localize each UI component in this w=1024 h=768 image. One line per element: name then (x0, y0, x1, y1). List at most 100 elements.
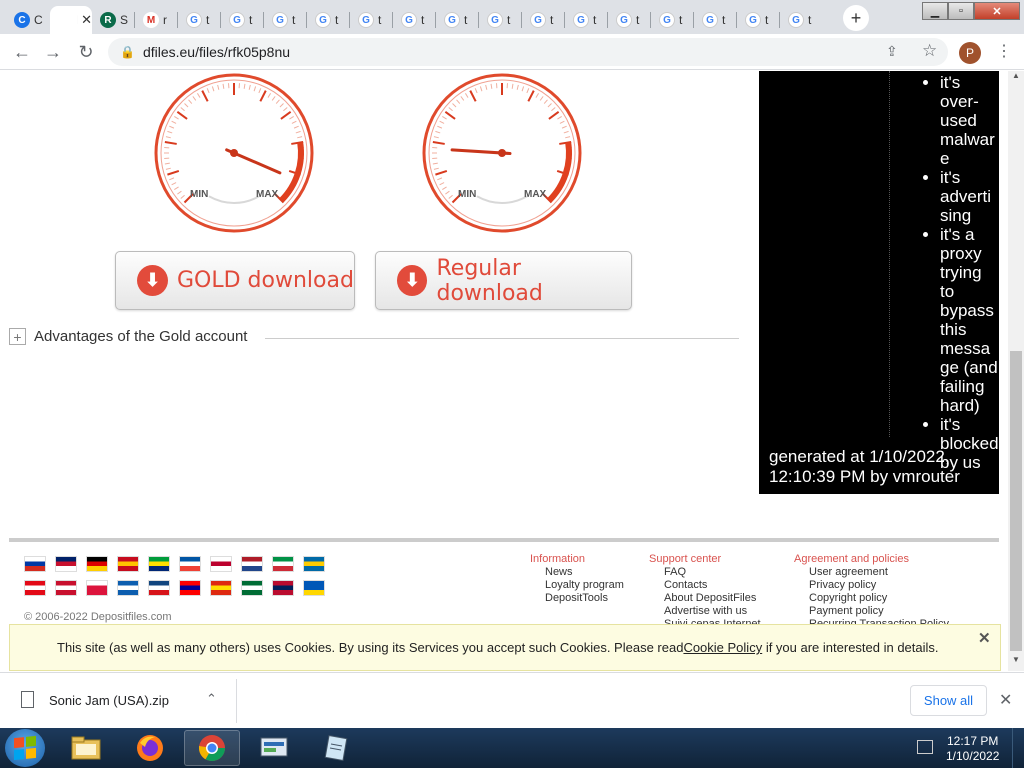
language-flag-icon[interactable] (303, 556, 325, 572)
browser-tab[interactable]: CC (7, 6, 49, 34)
footer-link[interactable]: Copyright policy (794, 592, 949, 605)
browser-tab[interactable]: D✕ (50, 6, 92, 34)
close-icon[interactable]: ✕ (999, 690, 1012, 710)
language-flag-icon[interactable] (117, 580, 139, 596)
language-flag-icon[interactable] (272, 580, 294, 596)
url-text[interactable]: dfiles.eu/files/rfk05p8nu (143, 44, 290, 60)
new-tab-button[interactable]: + (843, 5, 869, 31)
minimize-button[interactable]: ▁ (922, 2, 948, 20)
language-flag-icon[interactable] (117, 556, 139, 572)
back-arrow-icon[interactable]: ← (10, 40, 34, 64)
language-flag-icon[interactable] (55, 580, 77, 596)
start-button[interactable] (5, 729, 45, 767)
language-flag-icon[interactable] (210, 556, 232, 572)
language-flag-icon[interactable] (55, 556, 77, 572)
regular-download-button[interactable]: ⬇ Regular download (375, 251, 632, 310)
language-flag-icon[interactable] (210, 580, 232, 596)
language-flag-icon[interactable] (148, 556, 170, 572)
scroll-down-icon[interactable]: ▼ (1008, 655, 1024, 669)
tab-separator (564, 12, 565, 28)
browser-tab[interactable]: Gt (351, 6, 393, 34)
browser-tab[interactable]: Gt (179, 6, 221, 34)
network-tray-icon[interactable] (917, 740, 933, 754)
footer-link[interactable]: User agreement (794, 566, 949, 579)
maximize-button[interactable]: ▫ (948, 2, 974, 20)
browser-tab[interactable]: Gt (265, 6, 307, 34)
language-flag-icon[interactable] (241, 580, 263, 596)
page-scrollbar[interactable]: ▲ ▼ (1008, 71, 1024, 671)
footer-divider (9, 538, 999, 542)
network-app-icon[interactable] (246, 730, 302, 766)
language-flag-icon[interactable] (86, 580, 108, 596)
footer-link[interactable]: DepositTools (530, 592, 624, 605)
browser-tab[interactable]: RS (93, 6, 135, 34)
show-all-button[interactable]: Show all (910, 685, 987, 716)
language-flag-icon[interactable] (272, 556, 294, 572)
share-icon[interactable]: ⇪ (886, 43, 898, 60)
advantages-toggle[interactable]: + Advantages of the Gold account (9, 328, 247, 345)
close-icon[interactable]: ✕ (978, 629, 991, 647)
footer-link[interactable]: News (530, 566, 624, 579)
browser-tab[interactable]: Gt (695, 6, 737, 34)
download-file-name[interactable]: Sonic Jam (USA).zip (49, 693, 169, 708)
lock-icon[interactable]: 🔒 (120, 45, 135, 59)
browser-tab[interactable]: Gt (609, 6, 651, 34)
tab-separator (779, 12, 780, 28)
chrome-icon[interactable] (184, 730, 240, 766)
language-flag-icon[interactable] (241, 556, 263, 572)
footer-link[interactable]: Contacts (649, 579, 761, 592)
tab-favicon-icon: G (530, 12, 546, 28)
language-flag-icon[interactable] (86, 556, 108, 572)
footer-link[interactable]: About DepositFiles (649, 592, 761, 605)
footer-link[interactable]: Advertise with us (649, 605, 761, 618)
file-explorer-icon[interactable] (58, 730, 114, 766)
footer-heading: Support center (649, 553, 722, 565)
browser-tab[interactable]: Gt (781, 6, 823, 34)
address-bar[interactable]: 🔒 dfiles.eu/files/rfk05p8nu (108, 38, 948, 66)
footer-link[interactable]: Payment policy (794, 605, 949, 618)
language-flag-icon[interactable] (303, 580, 325, 596)
reason-item: it's a proxy trying to bypass this messa… (940, 225, 999, 415)
menu-dots-icon[interactable]: ⋮ (996, 41, 1012, 61)
scroll-up-icon[interactable]: ▲ (1008, 71, 1024, 85)
gold-download-button[interactable]: ⬇ GOLD download (115, 251, 355, 310)
gauge-max-label: MAX (524, 189, 547, 200)
browser-tab[interactable]: Gt (566, 6, 608, 34)
tab-close-icon[interactable]: ✕ (81, 12, 92, 28)
browser-tab[interactable]: Gt (523, 6, 565, 34)
browser-tab[interactable]: Gt (308, 6, 350, 34)
language-flag-icon[interactable] (148, 580, 170, 596)
browser-tab[interactable]: Mr (136, 6, 178, 34)
footer-link[interactable]: FAQ (649, 566, 761, 579)
scroll-thumb[interactable] (1010, 351, 1022, 651)
language-flag-icon[interactable] (24, 556, 46, 572)
footer-link[interactable]: Privacy policy (794, 579, 949, 592)
reload-icon[interactable]: ↻ (74, 40, 98, 64)
tab-separator (693, 12, 694, 28)
show-desktop-button[interactable] (1012, 728, 1024, 768)
profile-avatar[interactable]: P (959, 42, 981, 64)
language-flag-icon[interactable] (179, 580, 201, 596)
browser-tab[interactable]: Gt (222, 6, 264, 34)
tab-favicon-icon: G (401, 12, 417, 28)
language-flag-icon[interactable] (179, 556, 201, 572)
browser-tab[interactable]: Gt (394, 6, 436, 34)
cookie-policy-link[interactable]: Cookie Policy (683, 640, 762, 655)
browser-tab[interactable]: Gt (652, 6, 694, 34)
chevron-up-icon[interactable]: ⌃ (206, 691, 217, 707)
language-flag-icon[interactable] (24, 580, 46, 596)
window-close-button[interactable]: ✕ (974, 2, 1020, 20)
plus-icon[interactable]: + (9, 328, 26, 345)
firefox-icon[interactable] (122, 730, 178, 766)
clock[interactable]: 12:17 PM 1/10/2022 (946, 734, 999, 764)
notepad-icon[interactable] (308, 730, 364, 766)
tab-separator (349, 12, 350, 28)
star-icon[interactable]: ☆ (922, 41, 937, 61)
footer-link[interactable]: Loyalty program (530, 579, 624, 592)
forward-arrow-icon[interactable]: → (41, 40, 65, 64)
advantages-label[interactable]: Advantages of the Gold account (34, 328, 247, 345)
browser-tab[interactable]: Gt (437, 6, 479, 34)
browser-tab[interactable]: Gt (738, 6, 780, 34)
browser-toolbar: ← → ↻ 🔒 dfiles.eu/files/rfk05p8nu ⇪ ☆ P … (0, 34, 1024, 70)
browser-tab[interactable]: Gt (480, 6, 522, 34)
